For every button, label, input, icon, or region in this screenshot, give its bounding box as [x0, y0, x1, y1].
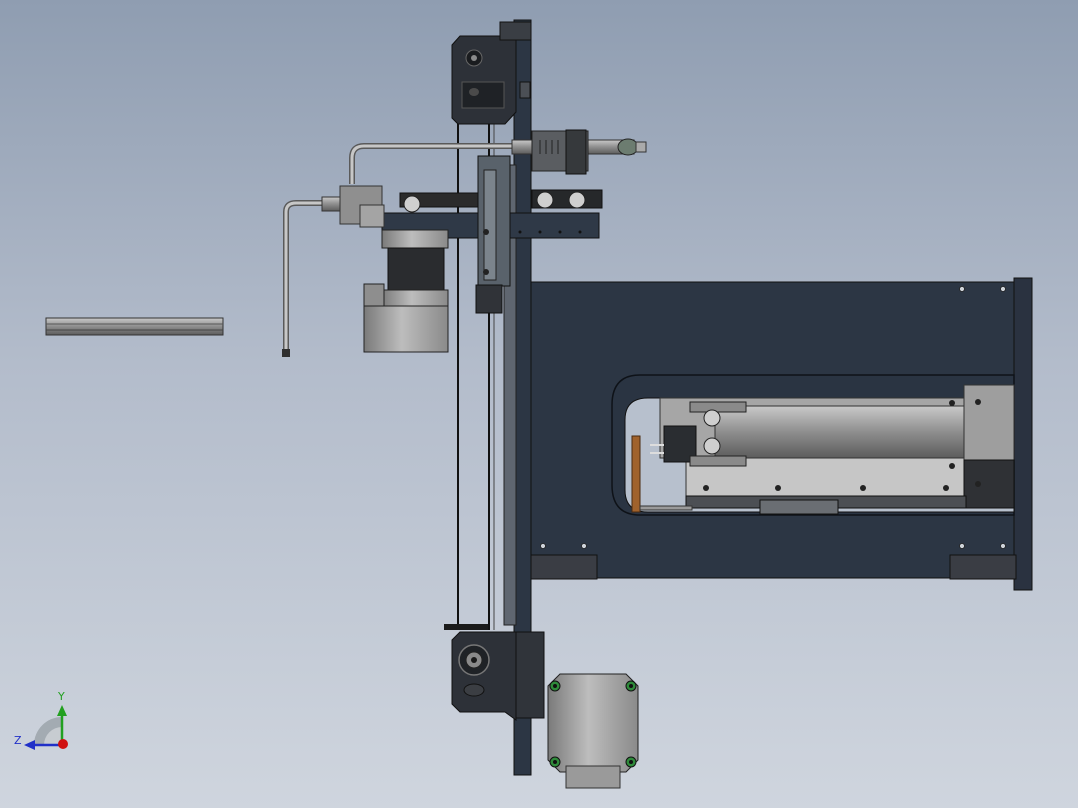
assembly-model[interactable]: Y Z: [0, 0, 1078, 808]
cad-viewport[interactable]: Y Z: [0, 0, 1078, 808]
triad-z-label: Z: [14, 734, 22, 747]
bottom-pulley-block[interactable]: [444, 624, 545, 721]
top-lead-screw[interactable]: [511, 129, 647, 175]
loose-linear-rail[interactable]: [45, 317, 224, 336]
coordinate-triad-icon: Y Z: [14, 690, 68, 750]
triad-y-label: Y: [57, 690, 65, 703]
gripper-slide-module[interactable]: [631, 384, 1015, 515]
upper-carriage-plate[interactable]: [339, 185, 603, 239]
lower-stepper-motor[interactable]: [547, 673, 639, 789]
upper-stepper-motor[interactable]: [363, 229, 449, 353]
